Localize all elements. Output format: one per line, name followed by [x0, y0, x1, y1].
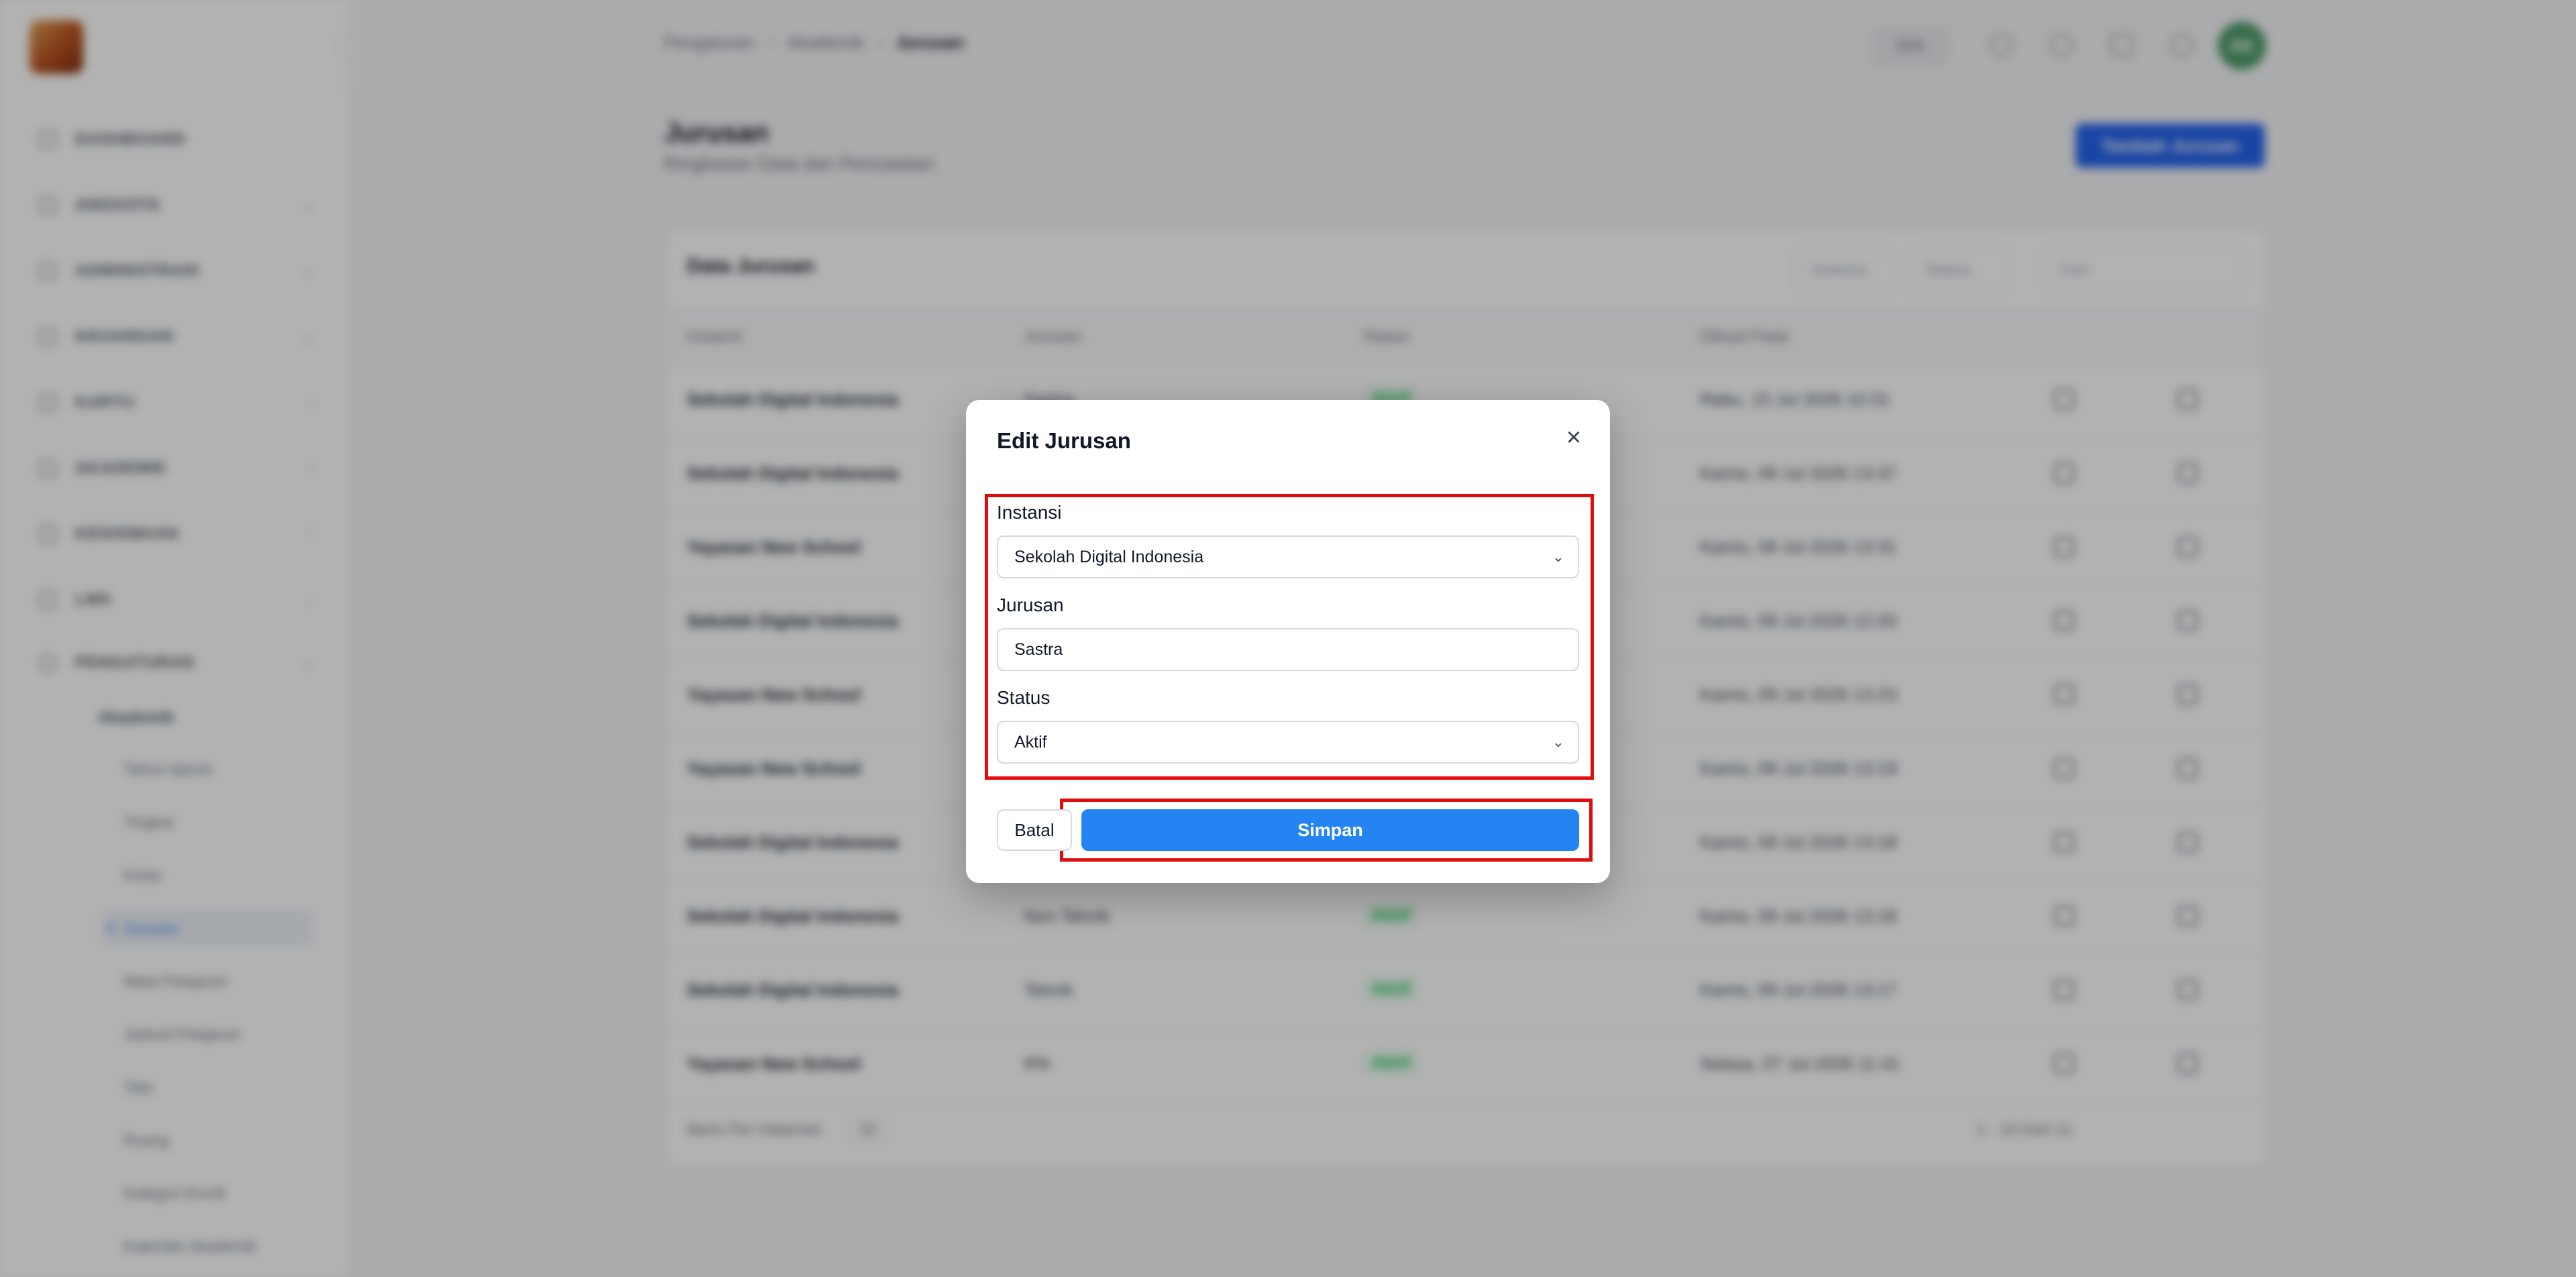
jurusan-label: Jurusan: [997, 595, 1064, 615]
status-select[interactable]: Aktif ⌄: [997, 721, 1579, 764]
status-select-value: Aktif: [1014, 733, 1047, 752]
edit-jurusan-modal: Edit Jurusan × Instansi Sekolah Digital …: [966, 400, 1610, 883]
close-icon[interactable]: ×: [1559, 423, 1589, 452]
jurusan-input[interactable]: Sastra: [997, 628, 1579, 671]
modal-title: Edit Jurusan: [997, 428, 1131, 453]
chevron-down-icon: ⌄: [1552, 733, 1564, 750]
instansi-label: Instansi: [997, 502, 1062, 523]
save-button[interactable]: Simpan: [1081, 809, 1579, 851]
cancel-button[interactable]: Batal: [997, 809, 1072, 851]
chevron-down-icon: ⌄: [1552, 548, 1564, 565]
instansi-select-value: Sekolah Digital Indonesia: [1014, 548, 1204, 566]
jurusan-input-value: Sastra: [1014, 640, 1063, 659]
status-label: Status: [997, 687, 1051, 708]
instansi-select[interactable]: Sekolah Digital Indonesia ⌄: [997, 535, 1579, 578]
